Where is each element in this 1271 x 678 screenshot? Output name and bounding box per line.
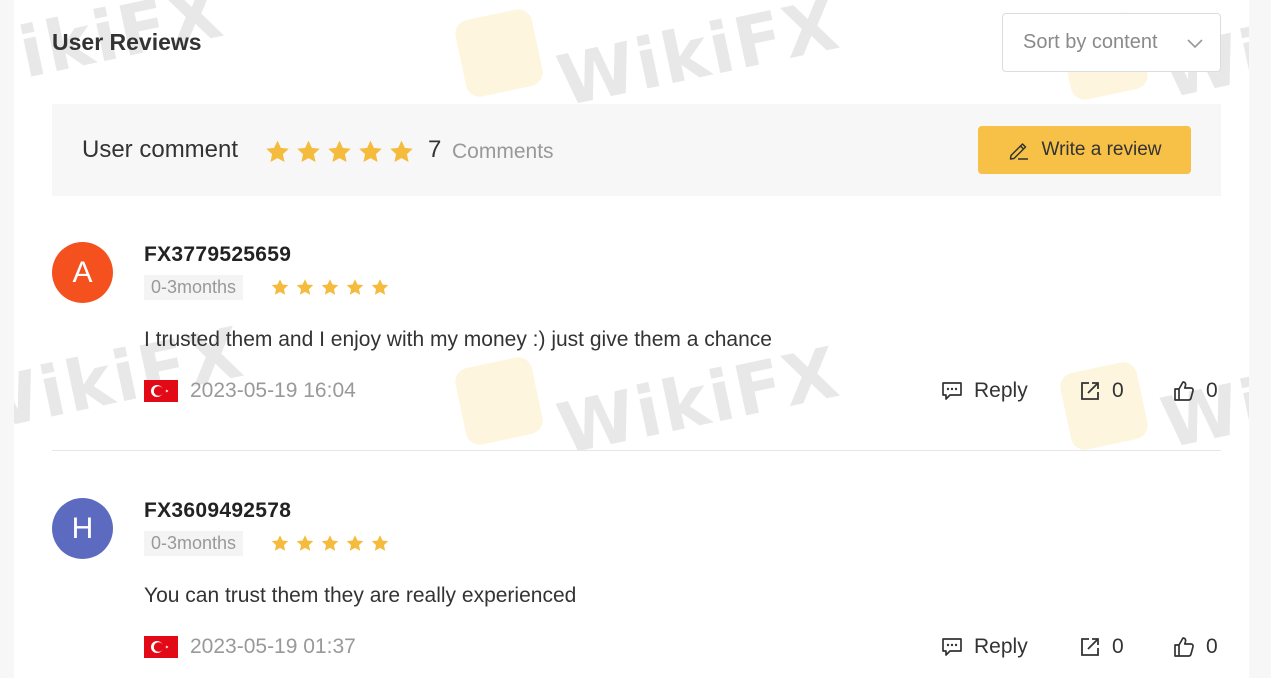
star-icon: [346, 535, 364, 551]
star-icon: [296, 279, 314, 295]
sort-select-value: Sort by content: [1023, 31, 1158, 53]
like-button[interactable]: 0: [1172, 635, 1218, 659]
turkey-flag-icon: [144, 636, 178, 658]
watermark-logo: [452, 354, 546, 448]
comment-icon: [942, 382, 962, 400]
star-icon: [346, 279, 364, 295]
review-text: I trusted them and I enjoy with my money…: [144, 328, 772, 351]
watermark-logo: [452, 6, 546, 100]
pen-icon: [1010, 143, 1029, 160]
turkey-flag-icon: [144, 380, 178, 402]
star-icon: [359, 140, 382, 162]
star-icon: [296, 535, 314, 551]
review-text: You can trust them they are really exper…: [144, 584, 577, 607]
star-icon: [328, 140, 351, 162]
share-button[interactable]: 0: [1078, 379, 1124, 403]
avatar-letter: A: [72, 255, 93, 289]
review-date: 2023-05-19 01:37: [190, 635, 356, 658]
avatar: A: [52, 242, 113, 303]
star-icon: [371, 279, 389, 295]
reply-button[interactable]: Reply: [940, 635, 1028, 659]
star-icon: [321, 535, 339, 551]
watermark-logo: [1057, 359, 1151, 453]
like-button[interactable]: 0: [1172, 379, 1218, 403]
duration-tag: 0-3months: [144, 531, 244, 556]
page-edge-right: [1249, 0, 1271, 678]
duration-tag: 0-3months: [144, 275, 244, 300]
like-count: 0: [1206, 379, 1218, 402]
review-date: 2023-05-19 16:04: [190, 379, 356, 402]
share-button[interactable]: 0: [1078, 635, 1124, 659]
review-summary-bar: User comment 7 Comments Write a review: [52, 104, 1221, 196]
star-icon: [390, 140, 413, 162]
star-icon: [271, 279, 289, 295]
thumbs-up-icon: [1174, 381, 1194, 401]
reply-button[interactable]: Reply: [940, 379, 1028, 403]
star-icon: [266, 140, 289, 162]
share-icon: [1081, 382, 1099, 400]
write-review-button[interactable]: Write a review: [978, 126, 1191, 174]
write-review-label: Write a review: [1041, 139, 1162, 160]
sort-select[interactable]: Sort by content: [1002, 13, 1221, 72]
like-count: 0: [1206, 635, 1218, 658]
comments-label: Comments: [452, 140, 554, 163]
share-count: 0: [1112, 379, 1124, 402]
thumbs-up-icon: [1174, 637, 1194, 657]
star-icon: [297, 140, 320, 162]
wikifx-watermark: WikiFX: [452, 0, 847, 123]
page-edge-left: [0, 0, 14, 678]
review-divider: [52, 450, 1221, 451]
avatar: H: [52, 498, 113, 559]
page-title: User Reviews: [52, 29, 202, 55]
share-icon: [1081, 638, 1099, 656]
review-rating: [270, 278, 390, 297]
star-icon: [371, 535, 389, 551]
review-username[interactable]: FX3779525659: [144, 243, 291, 267]
review-rating: [270, 534, 390, 553]
star-icon: [321, 279, 339, 295]
summary-title: User comment: [82, 136, 239, 163]
star-icon: [271, 535, 289, 551]
reply-label: Reply: [974, 635, 1028, 658]
summary-rating: [264, 139, 415, 165]
wikifx-watermark: Wiki: [1057, 347, 1271, 465]
wikifx-watermark: WikiFX: [452, 331, 847, 471]
chevron-down-icon: [1187, 39, 1203, 49]
reply-label: Reply: [974, 379, 1028, 402]
review-username[interactable]: FX3609492578: [144, 499, 291, 523]
comment-icon: [942, 638, 962, 656]
comment-count: 7: [428, 136, 442, 163]
share-count: 0: [1112, 635, 1124, 658]
avatar-letter: H: [71, 511, 94, 545]
